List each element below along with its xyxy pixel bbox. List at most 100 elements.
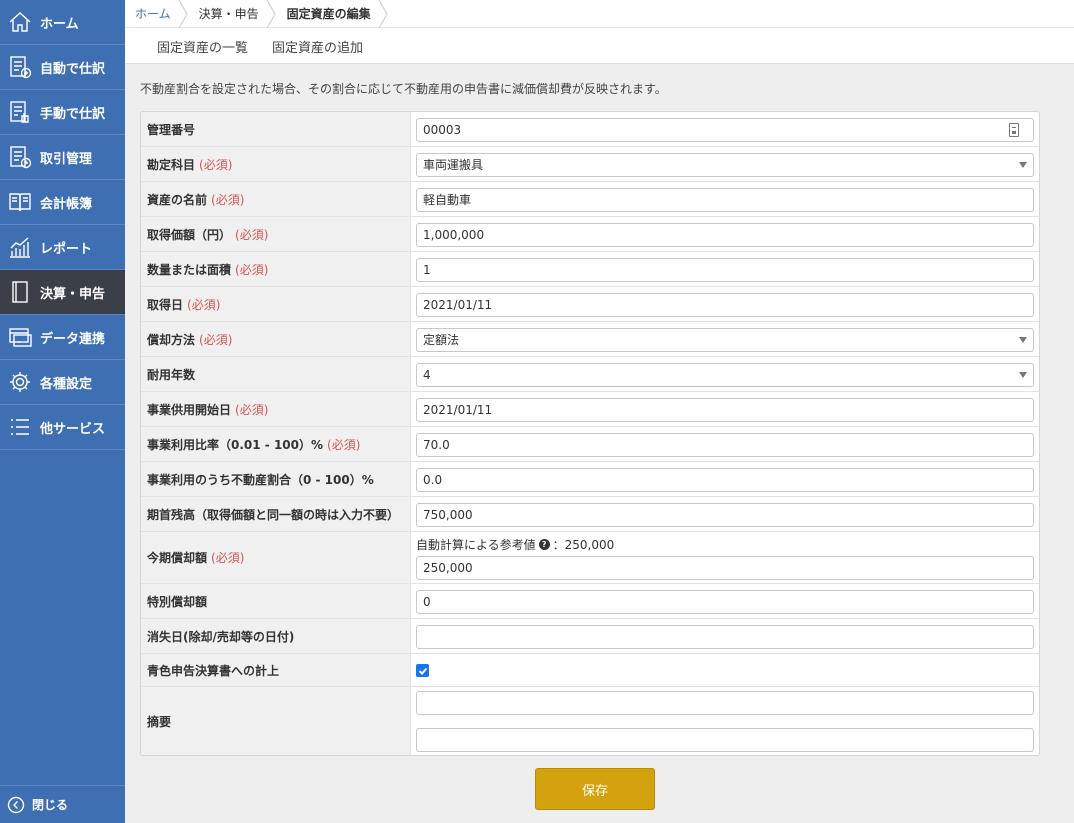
sidebar-item-auto-journal[interactable]: 自動で仕訳: [0, 45, 125, 90]
help-icon[interactable]: ?: [538, 539, 550, 550]
select-value: 車両運搬具: [423, 158, 484, 172]
required-mark: (必須): [235, 227, 269, 242]
summary-input-1[interactable]: [416, 691, 1034, 715]
field-label: 耐用年数: [141, 357, 411, 391]
field-label: 管理番号: [141, 112, 411, 146]
management-no-input[interactable]: 00003: [416, 117, 1034, 142]
service-start-date-input[interactable]: 2021/01/11: [416, 397, 1034, 422]
form-row-current-depreciation: 今期償却額 (必須) 自動計算による参考値? ：250,000 250,000: [141, 532, 1039, 584]
home-icon: [0, 0, 40, 45]
tab-asset-list[interactable]: 固定資産の一覧: [157, 37, 248, 56]
label-text: 摘要: [147, 714, 172, 729]
input-value: 1: [423, 262, 431, 277]
disposal-date-input[interactable]: [416, 624, 1034, 649]
label-text: 資産の名前: [147, 192, 208, 207]
label-text: 取得価額（円）: [147, 227, 232, 242]
real-estate-ratio-input[interactable]: 0.0: [416, 467, 1034, 492]
acquisition-cost-input[interactable]: 1,000,000: [416, 222, 1034, 247]
field-label: 事業利用比率（0.01 - 100）% (必須): [141, 427, 411, 461]
input-value: 00003: [423, 122, 462, 137]
form-row-asset-name: 資産の名前 (必須) 軽自動車: [141, 182, 1039, 217]
acquisition-date-input[interactable]: 2021/01/11: [416, 292, 1034, 317]
useful-life-select[interactable]: 4: [416, 362, 1034, 387]
label-text: 数量または面積: [147, 262, 232, 277]
account-select[interactable]: 車両運搬具: [416, 152, 1034, 177]
form-row-quantity: 数量または面積 (必須) 1: [141, 252, 1039, 287]
sidebar-item-label: 手動で仕訳: [40, 106, 106, 122]
sidebar-close-label: 閉じる: [32, 798, 69, 812]
form-row-business-ratio: 事業利用比率（0.01 - 100）% (必須) 70.0: [141, 427, 1039, 462]
form-row-acquisition-date: 取得日 (必須) 2021/01/11: [141, 287, 1039, 322]
fixed-asset-form: 管理番号 00003 勘定科目 (必須) 車両運搬具 資産の名前 (必須) 軽自動車…: [140, 111, 1040, 756]
depreciation-method-select[interactable]: 定額法: [416, 327, 1034, 352]
form-row-special-depreciation: 特別償却額 0: [141, 584, 1039, 619]
sidebar-item-home[interactable]: ホーム: [0, 0, 125, 45]
summary-input-2[interactable]: [416, 728, 1034, 752]
label-text: 特別償却額: [147, 594, 208, 609]
asset-name-input[interactable]: 軽自動車: [416, 187, 1034, 212]
transactions-icon: [0, 135, 40, 180]
input-value: 2021/01/11: [423, 402, 493, 417]
field-label: 特別償却額: [141, 584, 411, 618]
blue-return-checkbox[interactable]: [416, 664, 429, 677]
sidebar-item-settings[interactable]: 各種設定: [0, 360, 125, 405]
sidebar-item-label: 取引管理: [40, 151, 93, 167]
form-row-management-no: 管理番号 00003: [141, 112, 1039, 147]
breadcrumb-current: 固定資産の編集: [281, 0, 393, 28]
label-text: 青色申告決算書への計上: [147, 663, 280, 678]
form-row-disposal-date: 消失日(除却/売却等の日付): [141, 619, 1039, 654]
breadcrumb-label: ホーム: [135, 7, 171, 21]
required-mark: (必須): [199, 157, 233, 172]
form-row-service-start-date: 事業供用開始日 (必須) 2021/01/11: [141, 392, 1039, 427]
manual-journal-icon: [0, 90, 40, 135]
notice-text: 不動産割合を設定された場合、その割合に応じて不動産用の申告書に減価償却費が反映さ…: [140, 82, 667, 96]
label-text: 事業供用開始日: [147, 402, 232, 417]
chevron-left-circle-icon: [0, 782, 32, 823]
field-label: 数量または面積 (必須): [141, 252, 411, 286]
form-row-account: 勘定科目 (必須) 車両運搬具: [141, 147, 1039, 182]
sidebar-item-other-services[interactable]: 他サービス: [0, 405, 125, 450]
sidebar-item-tax-return[interactable]: 決算・申告: [0, 270, 125, 315]
gear-icon: [0, 360, 40, 405]
sidebar-item-transactions[interactable]: 取引管理: [0, 135, 125, 180]
required-mark: (必須): [235, 402, 269, 417]
save-button[interactable]: 保存: [535, 768, 655, 810]
required-mark: (必須): [211, 551, 245, 565]
sidebar-item-data-link[interactable]: データ連携: [0, 315, 125, 360]
required-mark: (必須): [327, 437, 361, 452]
tab-asset-add[interactable]: 固定資産の追加: [272, 37, 363, 56]
required-mark: (必須): [187, 297, 221, 312]
special-depreciation-input[interactable]: 0: [416, 589, 1034, 614]
form-row-depreciation-method: 償却方法 (必須) 定額法: [141, 322, 1039, 357]
chevron-down-icon: [1019, 371, 1027, 378]
sidebar-item-ledger[interactable]: 会計帳簿: [0, 180, 125, 225]
current-depreciation-input[interactable]: 250,000: [416, 556, 1034, 580]
label-text: 消失日(除却/売却等の日付): [147, 629, 295, 644]
sidebar-item-manual-journal[interactable]: 手動で仕訳: [0, 90, 125, 135]
sidebar-close-button[interactable]: 閉じる: [0, 785, 125, 823]
id-card-icon[interactable]: [1009, 122, 1019, 137]
sidebar-item-label: ホーム: [40, 16, 79, 32]
field-label: 摘要: [141, 687, 411, 755]
checkmark-icon: [418, 667, 427, 675]
field-label: 事業利用のうち不動産割合（0 - 100）%: [141, 462, 411, 496]
input-value: 0: [423, 594, 431, 609]
quantity-input[interactable]: 1: [416, 257, 1034, 282]
opening-balance-input[interactable]: 750,000: [416, 502, 1034, 527]
label-text: 管理番号: [147, 122, 196, 137]
label-text: 期首残高（取得価額と同一額の時は入力不要）: [147, 507, 400, 522]
form-row-blue-return: 青色申告決算書への計上: [141, 654, 1039, 687]
field-label: 消失日(除却/売却等の日付): [141, 619, 411, 653]
sidebar-item-report[interactable]: レポート: [0, 225, 125, 270]
input-value: 0.0: [423, 472, 443, 487]
form-row-useful-life: 耐用年数 4: [141, 357, 1039, 392]
breadcrumb-home[interactable]: ホーム: [129, 0, 193, 28]
label-text: 取得日: [147, 297, 184, 312]
sidebar-item-label: 会計帳簿: [40, 196, 93, 212]
label-text: 事業利用のうち不動産割合（0 - 100）%: [147, 472, 374, 487]
tax-return-icon: [0, 270, 40, 315]
business-ratio-input[interactable]: 70.0: [416, 432, 1034, 457]
field-label: 勘定科目 (必須): [141, 147, 411, 181]
field-label: 今期償却額 (必須): [141, 532, 411, 583]
breadcrumb-tax-return[interactable]: 決算・申告: [193, 0, 281, 28]
